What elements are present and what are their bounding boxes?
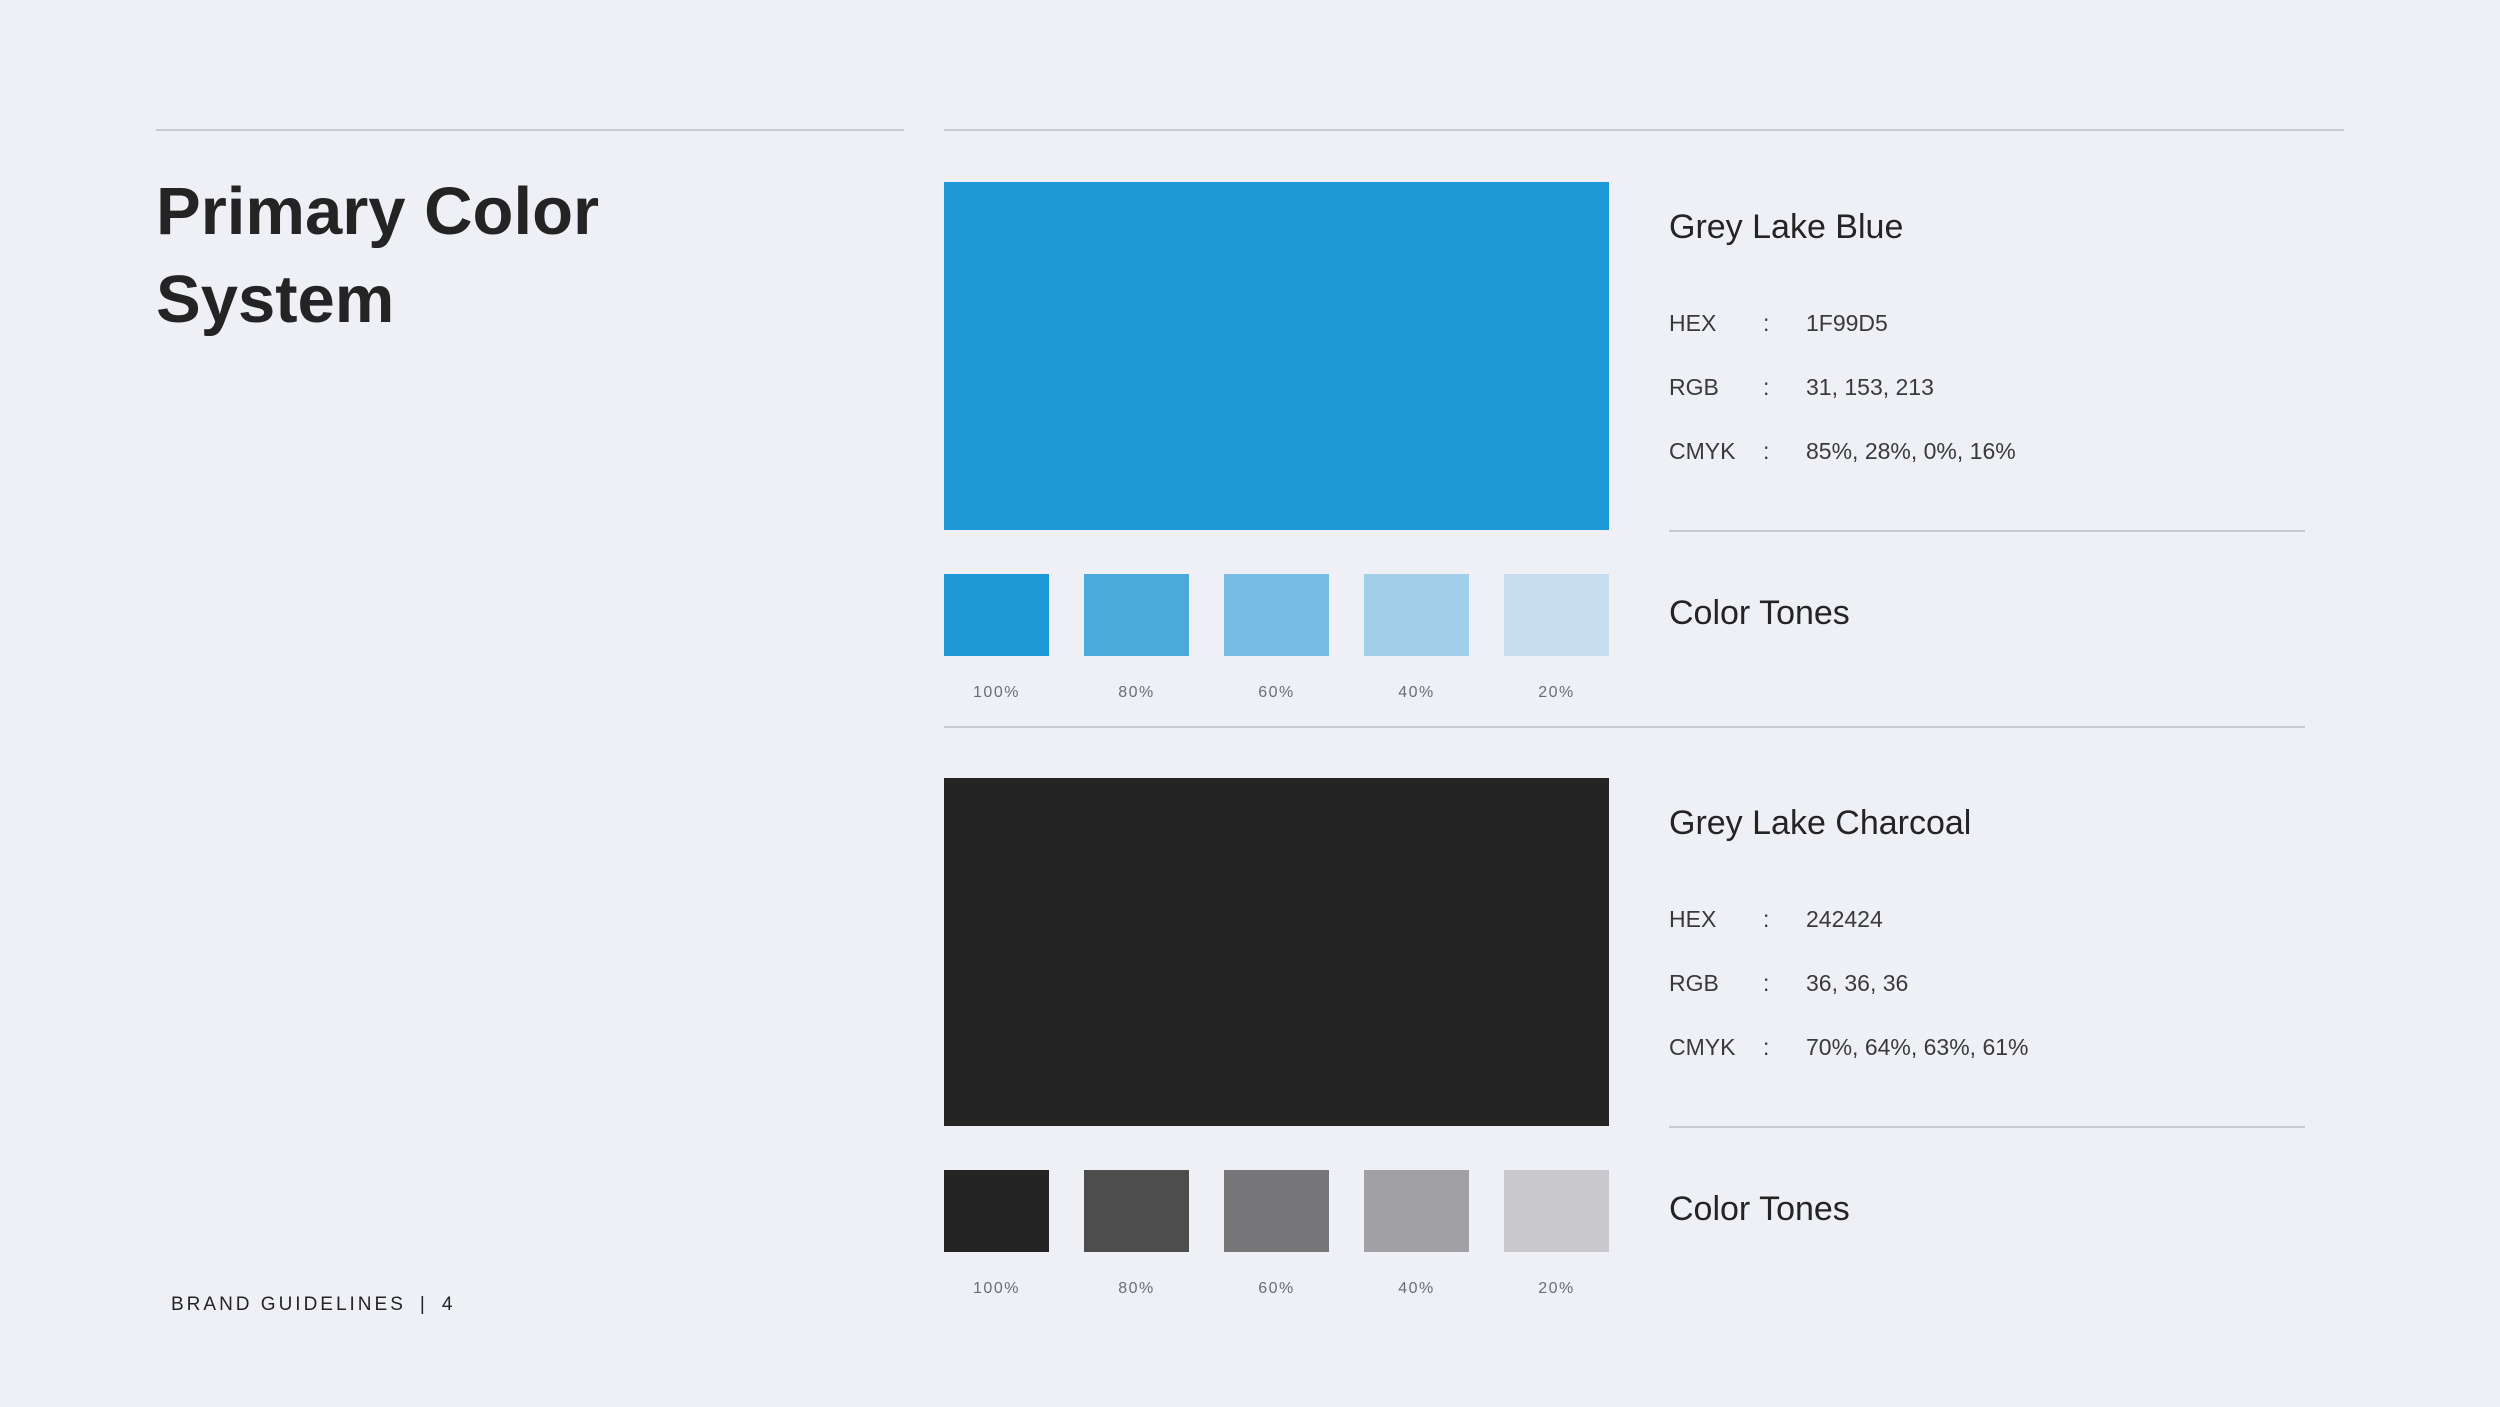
spec-value: 70%, 64%, 63%, 61% <box>1806 1034 2029 1060</box>
spec-colon: : <box>1763 906 1770 932</box>
charcoal-spec-rgb: RGB : 36, 36, 36 <box>1669 970 2369 1000</box>
blue-tone-label-60: 60% <box>1258 684 1295 701</box>
charcoal-color-name: Grey Lake Charcoal <box>1669 804 1972 842</box>
footer-label: BRAND GUIDELINES <box>171 1294 406 1315</box>
blue-tone-label-20: 20% <box>1538 684 1575 701</box>
blue-tone-100 <box>944 574 1049 656</box>
spec-colon: : <box>1763 970 1770 996</box>
blue-spec-divider <box>1669 530 2305 532</box>
blue-color-name: Grey Lake Blue <box>1669 208 1904 246</box>
blue-tone-label-40: 40% <box>1398 684 1435 701</box>
spec-value: 36, 36, 36 <box>1806 970 1909 996</box>
charcoal-spec-hex: HEX : 242424 <box>1669 906 2369 936</box>
charcoal-tone-label-40: 40% <box>1398 1280 1435 1297</box>
blue-tone-80 <box>1084 574 1189 656</box>
spec-value: 85%, 28%, 0%, 16% <box>1806 438 2016 464</box>
blue-spec-cmyk: CMYK : 85%, 28%, 0%, 16% <box>1669 438 2369 468</box>
charcoal-tone-40 <box>1364 1170 1469 1252</box>
top-rule-left <box>156 129 904 131</box>
page-title-line-1: Primary Color <box>156 174 600 249</box>
charcoal-spec-divider <box>1669 1126 2305 1128</box>
spec-key: CMYK <box>1669 438 1736 464</box>
spec-key: RGB <box>1669 374 1719 400</box>
blue-tone-label-100: 100% <box>973 684 1020 701</box>
spec-key: RGB <box>1669 970 1719 996</box>
section-divider <box>944 726 2305 728</box>
spec-colon: : <box>1763 374 1770 400</box>
blue-spec-rgb: RGB : 31, 153, 213 <box>1669 374 2369 404</box>
page-title: Primary Color System <box>156 168 856 344</box>
blue-tones-heading: Color Tones <box>1669 594 1850 632</box>
charcoal-tone-label-20: 20% <box>1538 1280 1575 1297</box>
page-title-line-2: System <box>156 262 395 337</box>
blue-tone-label-80: 80% <box>1118 684 1155 701</box>
spec-value: 1F99D5 <box>1806 310 1888 336</box>
charcoal-tone-60 <box>1224 1170 1329 1252</box>
spec-value: 31, 153, 213 <box>1806 374 1934 400</box>
spec-colon: : <box>1763 1034 1770 1060</box>
charcoal-tone-label-80: 80% <box>1118 1280 1155 1297</box>
spec-colon: : <box>1763 310 1770 336</box>
charcoal-tone-label-60: 60% <box>1258 1280 1295 1297</box>
charcoal-spec-cmyk: CMYK : 70%, 64%, 63%, 61% <box>1669 1034 2369 1064</box>
charcoal-tone-80 <box>1084 1170 1189 1252</box>
spec-key: HEX <box>1669 310 1717 336</box>
charcoal-main-swatch <box>944 778 1609 1126</box>
footer-separator: | <box>419 1294 428 1315</box>
page-footer: BRAND GUIDELINES | 4 <box>171 1294 455 1316</box>
blue-tone-40 <box>1364 574 1469 656</box>
blue-spec-hex: HEX : 1F99D5 <box>1669 310 2369 340</box>
charcoal-tone-100 <box>944 1170 1049 1252</box>
blue-tone-20 <box>1504 574 1609 656</box>
blue-tone-60 <box>1224 574 1329 656</box>
spec-key: CMYK <box>1669 1034 1736 1060</box>
page-number: 4 <box>441 1294 456 1315</box>
spec-colon: : <box>1763 438 1770 464</box>
spec-key: HEX <box>1669 906 1717 932</box>
spec-value: 242424 <box>1806 906 1883 932</box>
charcoal-tone-label-100: 100% <box>973 1280 1020 1297</box>
top-rule-right <box>944 129 2344 131</box>
charcoal-tones-heading: Color Tones <box>1669 1190 1850 1228</box>
blue-main-swatch <box>944 182 1609 530</box>
charcoal-tone-20 <box>1504 1170 1609 1252</box>
